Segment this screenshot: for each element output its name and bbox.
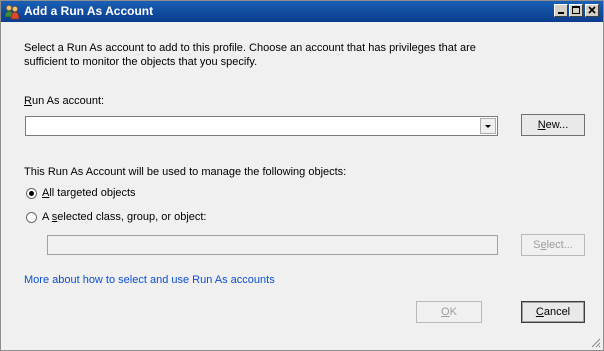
- chevron-down-icon: [485, 125, 491, 128]
- cancel-button[interactable]: Cancel: [521, 301, 585, 323]
- scope-heading: This Run As Account will be used to mana…: [24, 166, 347, 178]
- intro-text-line1: Select a Run As account to add to this p…: [24, 42, 476, 54]
- minimize-button[interactable]: [554, 4, 568, 17]
- maximize-button[interactable]: [569, 4, 583, 17]
- dialog-window: Add a Run As Account Select a Run As acc…: [0, 0, 604, 351]
- minimize-icon: [558, 12, 564, 14]
- new-button[interactable]: New...: [521, 114, 585, 136]
- people-icon: [4, 4, 20, 20]
- radio-selected-dot: [29, 191, 34, 196]
- select-button[interactable]: Select...: [521, 234, 585, 256]
- radio-all-targeted-label[interactable]: All targeted objects: [42, 187, 136, 199]
- intro-text-line2: sufficient to monitor the objects that y…: [24, 56, 258, 68]
- ok-button[interactable]: OK: [416, 301, 482, 323]
- close-icon: [588, 6, 596, 14]
- radio-selected-object[interactable]: [26, 212, 37, 223]
- run-as-account-dropdown[interactable]: [25, 116, 498, 136]
- dropdown-arrow-button[interactable]: [480, 118, 496, 134]
- window-title: Add a Run As Account: [24, 4, 154, 18]
- resize-grip-icon[interactable]: [589, 336, 601, 348]
- maximize-icon: [572, 6, 580, 14]
- radio-selected-object-label[interactable]: A selected class, group, or object:: [42, 211, 207, 223]
- selected-object-field: [47, 235, 498, 255]
- title-bar[interactable]: Add a Run As Account: [1, 1, 603, 22]
- close-button[interactable]: [585, 4, 599, 17]
- help-link[interactable]: More about how to select and use Run As …: [24, 274, 275, 286]
- radio-all-targeted[interactable]: [26, 188, 37, 199]
- run-as-account-label: Run As account:: [24, 95, 105, 107]
